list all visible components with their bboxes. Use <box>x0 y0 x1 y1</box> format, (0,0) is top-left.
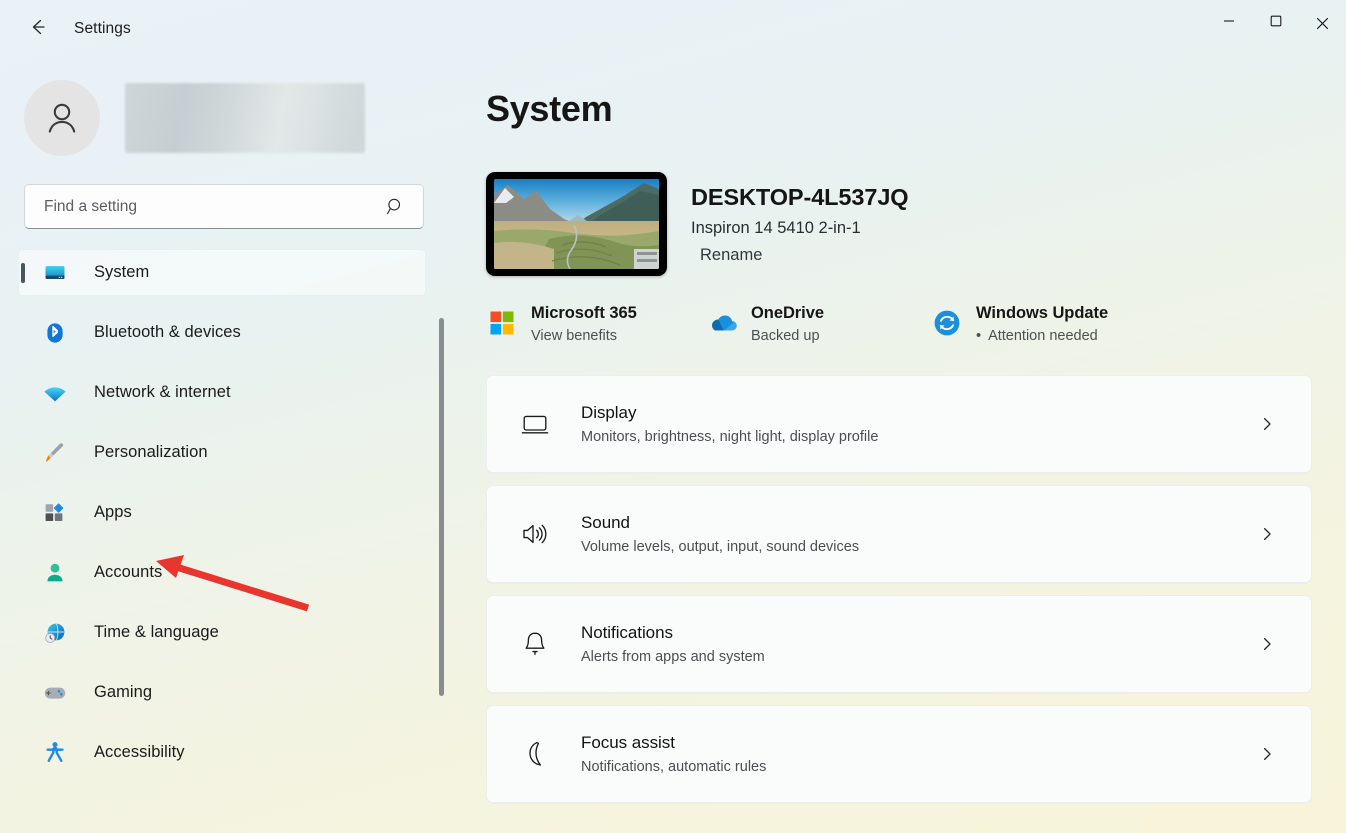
sidebar-item-network-internet[interactable]: Network & internet <box>18 369 426 416</box>
sidebar-item-gaming[interactable]: Gaming <box>18 669 426 716</box>
monitor-icon <box>41 259 69 287</box>
service-title: Microsoft 365 <box>531 304 637 322</box>
title-bar: Settings <box>0 0 1346 58</box>
sidebar-item-label: Apps <box>94 503 132 521</box>
main-content: System DESKTOP-4L537JQ Inspiron 14 5410 … <box>452 58 1346 833</box>
sidebar-item-label: Bluetooth & devices <box>94 323 241 341</box>
device-name: DESKTOP-4L537JQ <box>691 184 909 210</box>
chevron-right-icon <box>1259 746 1275 762</box>
account-name-redacted <box>125 83 365 153</box>
close-icon <box>1316 17 1329 29</box>
paintbrush-icon <box>41 439 69 467</box>
sidebar-nav: System Bluetooth & devices Network & int… <box>0 249 452 776</box>
search-box[interactable] <box>24 184 424 229</box>
sidebar-item-label: Personalization <box>94 443 208 461</box>
back-button[interactable] <box>18 12 56 46</box>
service-title: Windows Update <box>976 304 1109 322</box>
card-subtitle: Monitors, brightness, night light, displ… <box>581 429 879 445</box>
accessibility-icon <box>41 739 69 767</box>
close-button[interactable] <box>1299 0 1346 46</box>
sidebar-item-accessibility[interactable]: Accessibility <box>18 729 426 776</box>
sidebar-scrollbar-track[interactable] <box>439 316 444 756</box>
service-onedrive[interactable]: OneDrive Backed up <box>706 304 931 344</box>
card-display[interactable]: Display Monitors, brightness, night ligh… <box>486 375 1312 473</box>
service-subtitle: Backed up <box>751 328 820 344</box>
sidebar-scrollbar[interactable] <box>439 318 444 696</box>
card-subtitle: Notifications, automatic rules <box>581 759 767 775</box>
service-title: OneDrive <box>751 304 824 322</box>
maximize-button[interactable] <box>1252 0 1299 46</box>
sidebar: System Bluetooth & devices Network <box>0 58 452 833</box>
avatar <box>24 80 100 156</box>
wifi-icon <box>41 379 69 407</box>
card-title: Display <box>581 403 637 422</box>
search-icon <box>386 197 405 216</box>
device-summary: DESKTOP-4L537JQ Inspiron 14 5410 2-in-1 … <box>486 172 1346 276</box>
page-title: System <box>486 88 613 129</box>
card-sound[interactable]: Sound Volume levels, output, input, soun… <box>486 485 1312 583</box>
sidebar-item-label: Accounts <box>94 563 163 581</box>
chevron-right-icon <box>1259 416 1275 432</box>
services-row: Microsoft 365 View benefits OneDrive Bac… <box>486 304 1346 344</box>
device-thumbnail <box>486 172 667 276</box>
card-title: Focus assist <box>581 733 675 752</box>
card-subtitle: Alerts from apps and system <box>581 649 765 665</box>
apps-blocks-icon <box>41 499 69 527</box>
search-input[interactable] <box>42 196 386 217</box>
sidebar-item-accounts[interactable]: Accounts <box>18 549 426 596</box>
card-title: Sound <box>581 513 630 532</box>
sidebar-item-bluetooth-devices[interactable]: Bluetooth & devices <box>18 309 426 356</box>
chevron-right-icon <box>1259 636 1275 652</box>
service-microsoft-365[interactable]: Microsoft 365 View benefits <box>486 304 706 344</box>
sidebar-item-label: System <box>94 263 150 281</box>
settings-cards: Display Monitors, brightness, night ligh… <box>486 375 1346 803</box>
maximize-icon <box>1270 14 1282 32</box>
minimize-button[interactable] <box>1205 0 1252 46</box>
window-title: Settings <box>74 20 131 37</box>
bluetooth-icon <box>41 319 69 347</box>
sidebar-item-time-language[interactable]: Time & language <box>18 609 426 656</box>
card-notifications[interactable]: Notifications Alerts from apps and syste… <box>486 595 1312 693</box>
service-subtitle: View benefits <box>531 328 617 344</box>
card-subtitle: Volume levels, output, input, sound devi… <box>581 539 860 555</box>
moon-icon <box>518 737 552 771</box>
device-info: DESKTOP-4L537JQ Inspiron 14 5410 2-in-1 … <box>691 172 909 265</box>
service-subtitle: Attention needed <box>976 328 1108 344</box>
person-green-icon <box>41 559 69 587</box>
account-tile[interactable] <box>24 80 452 156</box>
sidebar-item-apps[interactable]: Apps <box>18 489 426 536</box>
card-title: Notifications <box>581 623 673 642</box>
sidebar-item-label: Accessibility <box>94 743 185 761</box>
chevron-right-icon <box>1259 526 1275 542</box>
microsoft-logo-icon <box>486 307 518 339</box>
globe-clock-icon <box>41 619 69 647</box>
windows-update-icon <box>931 307 963 339</box>
card-focus-assist[interactable]: Focus assist Notifications, automatic ru… <box>486 705 1312 803</box>
sidebar-item-personalization[interactable]: Personalization <box>18 429 426 476</box>
bell-icon <box>518 627 552 661</box>
sidebar-item-label: Time & language <box>94 623 219 641</box>
device-model: Inspiron 14 5410 2-in-1 <box>691 219 861 237</box>
gamepad-icon <box>41 679 69 707</box>
rename-button[interactable]: Rename <box>700 246 762 265</box>
onedrive-cloud-icon <box>706 307 738 339</box>
sidebar-item-label: Gaming <box>94 683 153 701</box>
service-windows-update[interactable]: Windows Update Attention needed <box>931 304 1108 344</box>
back-arrow-icon <box>26 16 48 43</box>
minimize-icon <box>1223 14 1235 32</box>
window-controls <box>1205 0 1346 46</box>
mountain-valley-wallpaper <box>494 179 659 269</box>
sidebar-item-label: Network & internet <box>94 383 231 401</box>
speaker-icon <box>518 517 552 551</box>
person-avatar-icon <box>48 103 76 133</box>
display-monitor-icon <box>518 407 552 441</box>
sidebar-item-system[interactable]: System <box>18 249 426 296</box>
